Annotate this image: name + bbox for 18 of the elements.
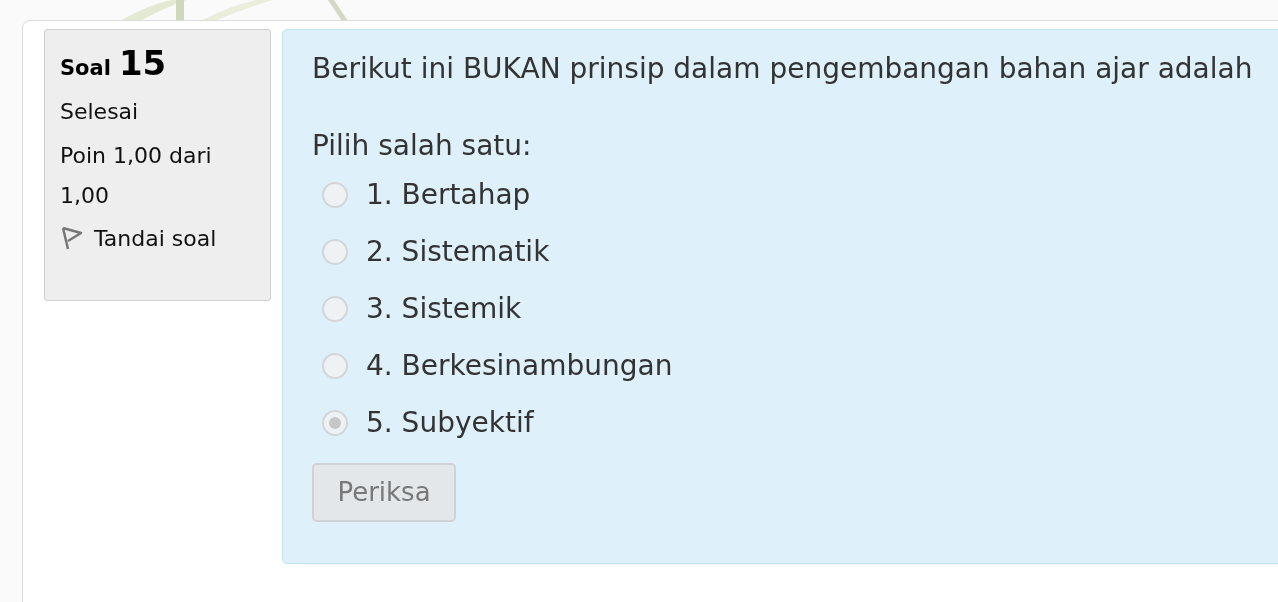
question-label: Soal: [60, 55, 111, 82]
answer-option[interactable]: 2. Sistematik: [312, 223, 550, 280]
radio-button[interactable]: [322, 409, 348, 436]
question-grade: Poin 1,00 dari 1,00: [60, 141, 213, 210]
flag-question-button[interactable]: Tandai soal: [60, 221, 217, 255]
answer-option[interactable]: 3. Sistemik: [312, 280, 522, 337]
radio-button[interactable]: [322, 181, 348, 208]
question-text: Berikut ini BUKAN prinsip dalam pengembangan bahan ajar adalah: [312, 51, 1254, 87]
radio-button[interactable]: [322, 295, 348, 322]
answer-option[interactable]: 4. Berkesinambungan: [312, 337, 673, 394]
radio-button[interactable]: [322, 352, 348, 379]
answer-option[interactable]: 5. Subyektif: [312, 394, 534, 451]
radio-button[interactable]: [322, 238, 348, 265]
answer-prompt: Pilih salah satu:: [312, 128, 533, 164]
question-status: Selesai: [60, 97, 140, 126]
flag-icon: [60, 225, 84, 251]
question-number: 15: [118, 44, 167, 82]
answer-option[interactable]: 1. Bertahap: [312, 166, 531, 223]
